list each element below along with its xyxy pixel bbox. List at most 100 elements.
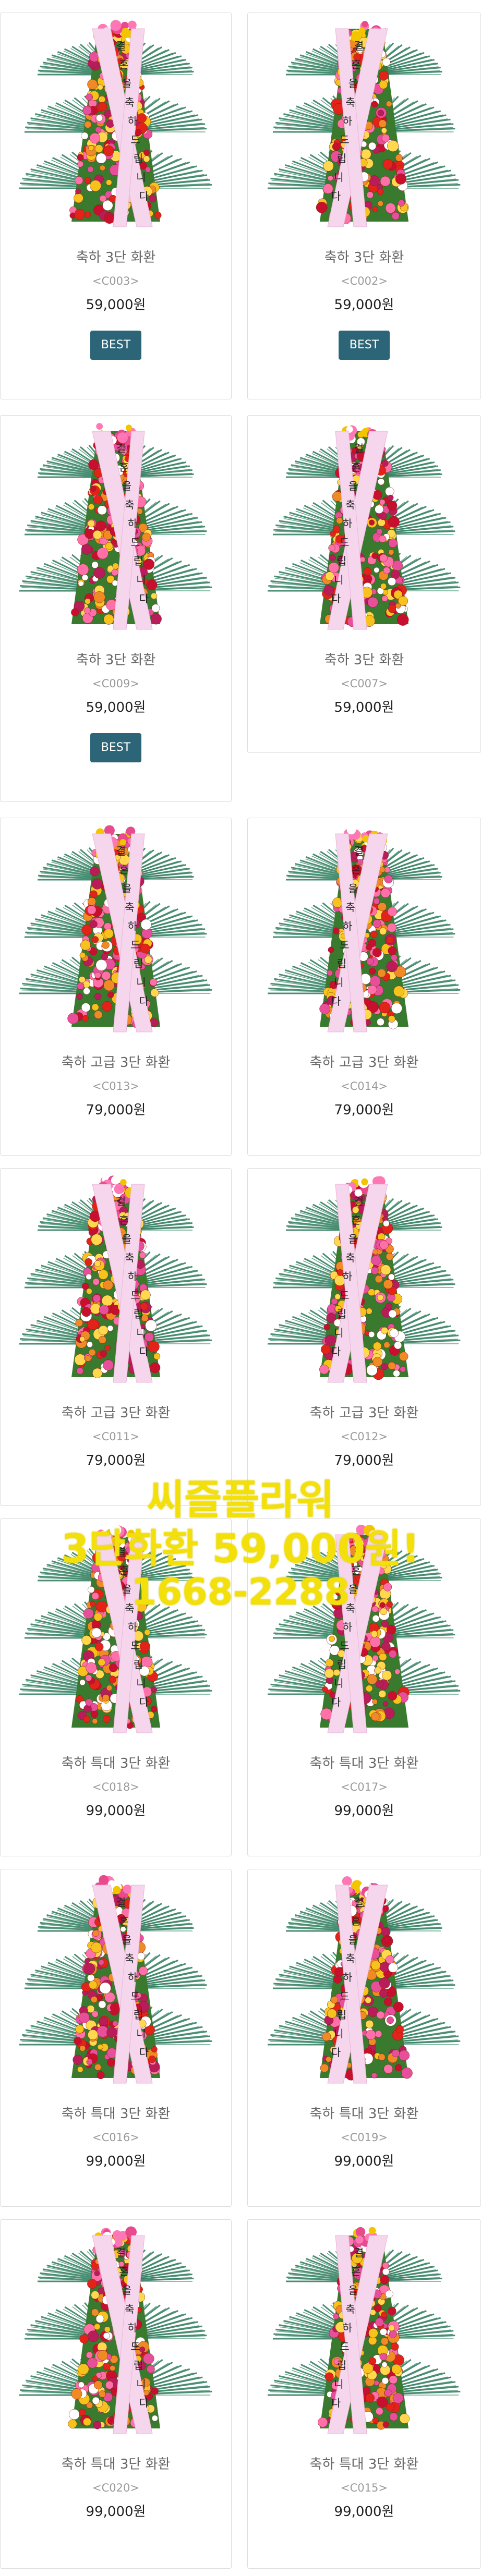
ribbon-text: 립: [337, 1308, 346, 1320]
ribbon-text: 다: [331, 190, 341, 202]
wreath-image[interactable]: 결혼을축하드립니다: [19, 13, 212, 232]
ribbon-text: 하: [128, 115, 137, 127]
wreath-image[interactable]: 결혼을축하드립니다: [19, 1169, 212, 1388]
ribbon-text: 하: [128, 1971, 137, 1984]
wreath-image[interactable]: 결혼을축하드립니다: [268, 2220, 461, 2439]
ribbon-text: 니: [136, 976, 146, 989]
ribbon-text: 결: [354, 2246, 364, 2259]
ribbon-text: 다: [331, 592, 341, 605]
product-card[interactable]: 결혼을축하드립니다 축하 특대 3단 화환 <C015> 99,000원: [247, 2219, 481, 2569]
ribbon-text: 드: [340, 1990, 349, 2002]
product-price: 99,000원: [334, 1803, 394, 1819]
product-card[interactable]: 결혼을축하드립니다 축하 고급 3단 화환 <C014> 79,000원: [247, 818, 481, 1156]
product-name[interactable]: 축하 특대 3단 화환: [1, 2458, 231, 2471]
product-card[interactable]: 결혼을축하드립니다 축하 3단 화환 <C009> 59,000원 BEST: [0, 415, 232, 802]
ribbon-text: 하: [128, 1621, 137, 1633]
product-price: 79,000원: [334, 1453, 394, 1468]
best-badge[interactable]: BEST: [90, 331, 141, 360]
ribbon-text: 축: [345, 96, 355, 108]
ribbon-text: 하: [343, 920, 352, 932]
wreath-image[interactable]: 결혼을축하드립니다: [19, 818, 212, 1037]
product-price: 59,000원: [86, 700, 146, 715]
ribbon-text: 결: [116, 2246, 126, 2259]
product-code: <C011>: [92, 1430, 139, 1443]
product-price: 99,000원: [86, 2154, 146, 2169]
ribbon-text: 다: [331, 995, 341, 1007]
ribbon-text: 하: [343, 517, 352, 530]
product-name[interactable]: 축하 특대 3단 화환: [1, 2107, 231, 2121]
ribbon-text: 결: [116, 1896, 126, 1909]
product-code: <C015>: [341, 2482, 388, 2494]
product-name[interactable]: 축하 특대 3단 화환: [248, 2458, 480, 2471]
product-card[interactable]: 결혼을축하드립니다 축하 특대 3단 화환 <C019> 99,000원: [247, 1869, 481, 2207]
wreath-image[interactable]: 결혼을축하드립니다: [268, 13, 461, 232]
product-price: 99,000원: [86, 2504, 146, 2520]
product-name[interactable]: 축하 3단 화환: [1, 251, 231, 264]
ribbon-text: 다: [331, 2046, 341, 2059]
ribbon-text: 축: [345, 1251, 355, 1264]
product-name[interactable]: 축하 고급 3단 화환: [248, 1056, 480, 1070]
promo-shop-name: 씨즐플라워: [147, 1477, 334, 1524]
ribbon-text: 립: [134, 555, 143, 567]
ribbon-text: 을: [122, 1233, 131, 1245]
product-card[interactable]: 결혼을축하드립니다 축하 3단 화환 <C007> 59,000원: [247, 415, 481, 753]
ribbon-text: 니: [334, 171, 343, 184]
ribbon-text: 드: [130, 133, 140, 146]
product-price: 79,000원: [86, 1453, 146, 1468]
product-name[interactable]: 축하 3단 화환: [1, 653, 231, 667]
product-name[interactable]: 축하 고급 3단 화환: [248, 1406, 480, 1420]
product-name[interactable]: 축하 3단 화환: [248, 653, 480, 667]
product-card[interactable]: 결혼을축하드립니다 축하 3단 화환 <C003> 59,000원 BEST: [0, 13, 232, 399]
ribbon-text: 니: [334, 574, 343, 586]
ribbon-text: 드: [130, 536, 140, 549]
product-card[interactable]: 결혼을축하드립니다 축하 3단 화환 <C002> 59,000원 BEST: [247, 13, 481, 399]
ribbon-text: 다: [139, 1345, 149, 1358]
ribbon-text: 립: [337, 957, 346, 970]
ribbon-text: 니: [334, 2378, 343, 2390]
product-card[interactable]: 결혼을축하드립니다 축하 고급 3단 화환 <C011> 79,000원: [0, 1168, 232, 1506]
ribbon-text: 결: [354, 1896, 364, 1909]
product-name[interactable]: 축하 고급 3단 화환: [1, 1056, 231, 1070]
ribbon-text: 립: [337, 555, 346, 567]
product-name[interactable]: 축하 특대 3단 화환: [1, 1757, 231, 1770]
product-price: 59,000원: [334, 297, 394, 313]
ribbon-text: 축: [345, 499, 355, 511]
ribbon-text: 다: [331, 2397, 341, 2409]
product-price: 79,000원: [86, 1102, 146, 1118]
ribbon-text: 다: [139, 2397, 149, 2409]
ribbon-text: 립: [337, 1658, 346, 1671]
wreath-image[interactable]: 결혼을축하드립니다: [19, 416, 212, 635]
ribbon-text: 립: [134, 1308, 143, 1320]
ribbon-text: 하: [128, 517, 137, 530]
wreath-image[interactable]: 결혼을축하드립니다: [268, 416, 461, 635]
ribbon-text: 축: [345, 901, 355, 914]
wreath-image[interactable]: 결혼을축하드립니다: [19, 1869, 212, 2088]
product-name[interactable]: 축하 고급 3단 화환: [1, 1406, 231, 1420]
ribbon-text: 하: [128, 1270, 137, 1283]
product-grid: 결혼을축하드립니다 축하 3단 화환 <C003> 59,000원 BEST 결…: [0, 0, 481, 2576]
product-price: 99,000원: [86, 1803, 146, 1819]
ribbon-text: 니: [334, 976, 343, 989]
product-card[interactable]: 결혼을축하드립니다 축하 특대 3단 화환 <C016> 99,000원: [0, 1869, 232, 2207]
ribbon-text: 드: [130, 1990, 140, 2002]
product-card[interactable]: 결혼을축하드립니다 축하 고급 3단 화환 <C012> 79,000원: [247, 1168, 481, 1506]
product-name[interactable]: 축하 특대 3단 화환: [248, 1757, 480, 1770]
wreath-image[interactable]: 결혼을축하드립니다: [268, 1169, 461, 1388]
ribbon-text: 혼: [351, 461, 360, 473]
ribbon-text: 니: [334, 1677, 343, 1690]
wreath-image[interactable]: 결혼을축하드립니다: [268, 818, 461, 1037]
best-badge[interactable]: BEST: [339, 331, 390, 360]
ribbon-text: 하: [343, 1270, 352, 1283]
wreath-image[interactable]: 결혼을축하드립니다: [268, 1869, 461, 2088]
ribbon-text: 혼: [119, 1915, 128, 1927]
product-card[interactable]: 결혼을축하드립니다 축하 고급 3단 화환 <C013> 79,000원: [0, 818, 232, 1156]
product-name[interactable]: 축하 특대 3단 화환: [248, 2107, 480, 2121]
best-badge[interactable]: BEST: [90, 733, 141, 762]
ribbon-text: 을: [348, 1934, 358, 1946]
wreath-image[interactable]: 결혼을축하드립니다: [19, 2220, 212, 2439]
ribbon-text: 다: [139, 190, 149, 202]
ribbon-text: 드: [130, 1289, 140, 1302]
product-code: <C017>: [341, 1781, 388, 1793]
product-name[interactable]: 축하 3단 화환: [248, 251, 480, 264]
product-card[interactable]: 결혼을축하드립니다 축하 특대 3단 화환 <C020> 99,000원: [0, 2219, 232, 2569]
